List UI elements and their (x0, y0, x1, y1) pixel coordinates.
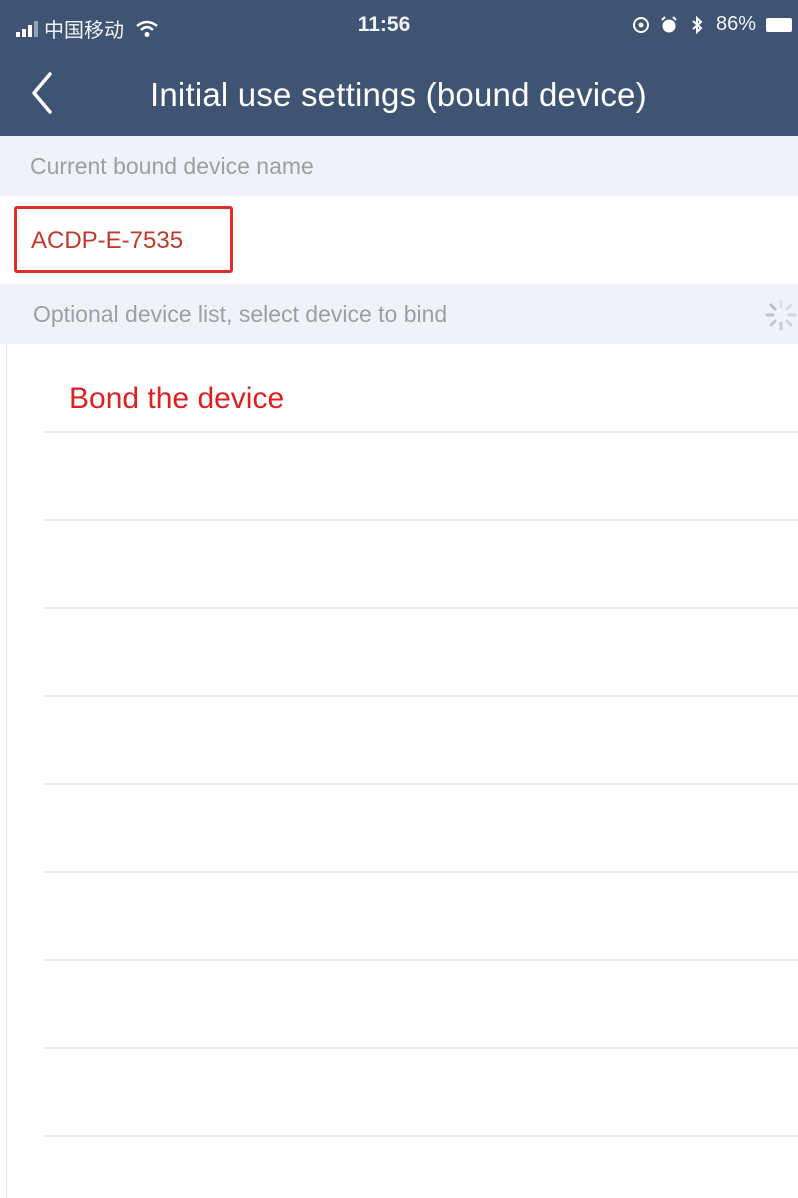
list-row-divider (44, 959, 798, 961)
bound-device-header: Current bound device name (0, 136, 798, 196)
bluetooth-icon (692, 15, 703, 34)
battery-icon (766, 17, 792, 32)
nav-bar: Initial use settings (bound device) (0, 56, 798, 136)
optional-device-header: Optional device list, select device to b… (0, 284, 798, 344)
list-row-divider (44, 783, 798, 785)
bond-annotation: Bond the device (69, 382, 285, 415)
battery-percent: 86% (715, 13, 756, 35)
bound-device-row: ACDP-E-7535 (0, 196, 798, 284)
list-row-divider (44, 871, 798, 873)
orientation-lock-icon (632, 16, 649, 33)
device-list: Bond the device (0, 344, 798, 1198)
spinner-icon (765, 299, 797, 331)
optional-device-header-label: Optional device list, select device to b… (33, 301, 448, 327)
list-row-divider (44, 695, 798, 697)
page-title: Initial use settings (bound device) (150, 76, 647, 113)
app-header: 中国移动 11:56 86% Initial use settings (bou… (0, 0, 798, 136)
list-row-divider (44, 431, 798, 433)
list-row-divider (44, 1047, 798, 1049)
list-row-divider (44, 1135, 798, 1137)
list-row-divider (44, 607, 798, 609)
bound-device-name: ACDP-E-7535 (31, 227, 184, 254)
list-row-divider (44, 519, 798, 521)
list-left-border (6, 344, 7, 1198)
alarm-icon (661, 15, 677, 32)
chevron-left-icon[interactable] (28, 70, 58, 116)
status-bar: 中国移动 11:56 86% (0, 0, 798, 48)
status-bar-right: 86% (632, 13, 792, 36)
bound-device-highlight: ACDP-E-7535 (14, 206, 233, 273)
bound-device-header-label: Current bound device name (30, 153, 314, 179)
